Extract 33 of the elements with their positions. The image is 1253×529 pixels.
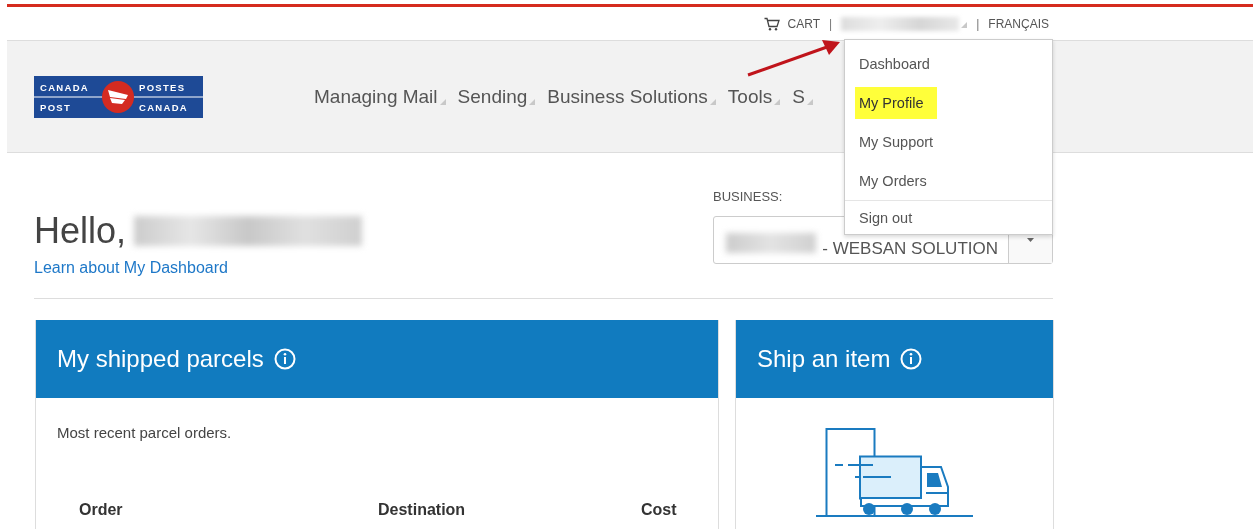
separator: | <box>829 16 833 31</box>
info-icon[interactable] <box>273 348 296 370</box>
nav-menu-item[interactable]: Business Solutions <box>547 85 708 108</box>
caret-icon <box>529 98 536 105</box>
caret-icon <box>709 98 716 105</box>
column-header: Order <box>79 501 124 519</box>
business-label: BUSINESS: <box>713 189 783 204</box>
cart-icon <box>763 16 780 31</box>
menu-item[interactable]: My Orders <box>855 169 931 192</box>
nav-menu-item[interactable]: Managing Mail <box>314 85 438 108</box>
separator: | <box>976 16 980 31</box>
menu-item[interactable]: My Profile <box>855 86 938 119</box>
dashboard-help-link[interactable]: Learn about My Dashboard <box>34 259 363 277</box>
card-title: My shipped parcels <box>57 345 264 373</box>
caret-icon <box>774 98 781 105</box>
canada-post-logo[interactable]: CANADA POST POSTES CANADA <box>34 75 203 118</box>
caret-icon <box>961 21 968 28</box>
column-header: Destination <box>378 501 467 519</box>
menu-item[interactable]: Dashboard <box>855 52 934 75</box>
card-description: Most recent parcel orders. <box>57 424 233 441</box>
info-icon[interactable] <box>900 348 923 370</box>
cart-link[interactable]: CART <box>763 16 821 31</box>
language-link[interactable]: FRANÇAIS <box>988 16 1049 31</box>
card-title: Ship an item <box>757 345 891 373</box>
nav-menu-item[interactable]: Tools <box>727 85 773 108</box>
caret-icon <box>439 98 446 105</box>
caret-icon <box>806 98 813 105</box>
column-header: Cost <box>641 501 678 519</box>
menu-item[interactable]: My Support <box>855 130 938 153</box>
nav-menu-item[interactable]: S <box>792 85 805 108</box>
nav-menu-item[interactable]: Sending <box>457 85 528 108</box>
greeting-heading: Hello, <box>34 210 127 252</box>
caret-icon <box>1027 238 1034 242</box>
